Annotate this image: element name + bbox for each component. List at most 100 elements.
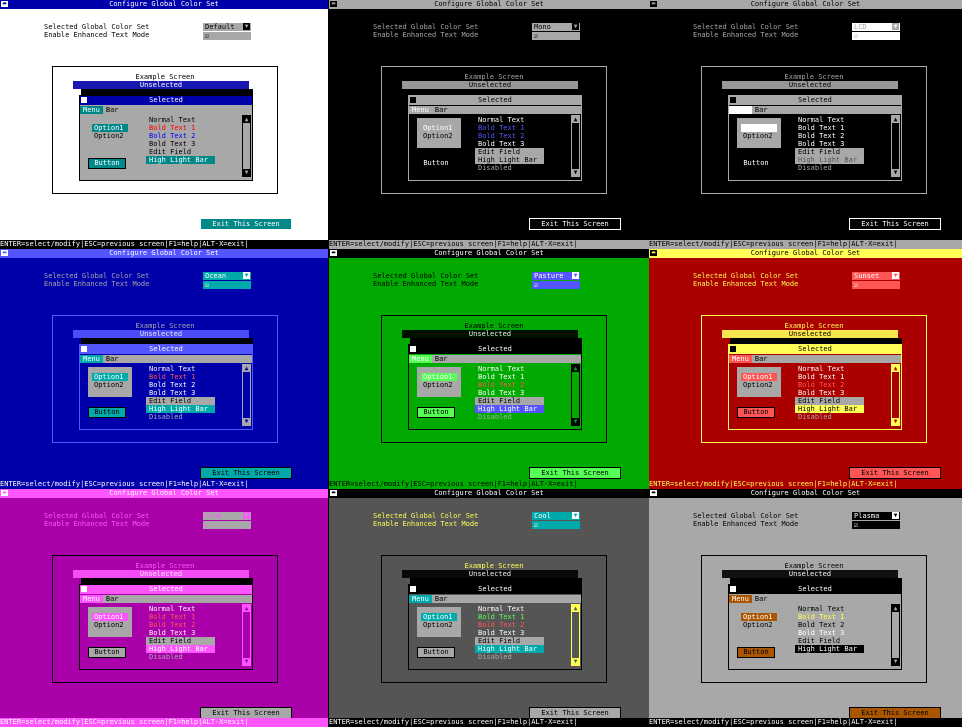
radio-option1[interactable]: Option1 (421, 373, 457, 381)
example-button[interactable]: Button (417, 158, 455, 169)
list-item[interactable]: Bold Text 3 (475, 140, 544, 148)
arrow-up-icon[interactable]: ▲ (243, 116, 250, 123)
arrow-down-icon[interactable]: ▼ (572, 169, 579, 176)
list-item[interactable]: High Light Bar (795, 645, 864, 653)
radio-option1[interactable]: Option1 (421, 613, 457, 621)
list-item[interactable]: High Light Bar (795, 156, 864, 164)
radio-option2[interactable]: Option2 (741, 381, 777, 389)
list-item[interactable]: Disabled (475, 164, 544, 172)
color-set-dropdown[interactable]: Ocean ▼ (203, 272, 251, 280)
chevron-down-icon[interactable]: ▼ (892, 512, 899, 519)
radio-option1[interactable]: Option1 (741, 373, 777, 381)
list-item[interactable]: Edit Field (146, 637, 215, 645)
radio-option2[interactable]: Option2 (92, 132, 128, 140)
list-item[interactable]: Bold Text 2 (146, 381, 215, 389)
menu-item-menu[interactable]: Menu (80, 355, 103, 363)
radio-option2[interactable]: Option2 (741, 132, 777, 140)
enhanced-text-checkbox[interactable]: ☑ (532, 521, 580, 529)
window-menu-icon[interactable] (410, 586, 416, 592)
exit-screen-button[interactable]: Exit This Screen (849, 467, 941, 479)
list-item[interactable]: Normal Text (795, 116, 864, 124)
menu-item-bar[interactable]: Bar (432, 106, 451, 114)
vertical-scrollbar[interactable]: ▲ ▼ (242, 115, 251, 177)
menu-item-bar[interactable]: Bar (432, 595, 451, 603)
list-item[interactable]: Bold Text 3 (475, 389, 544, 397)
system-menu-icon[interactable]: ▬ (330, 490, 337, 496)
enhanced-text-checkbox[interactable]: ☑ (203, 32, 251, 40)
color-set-dropdown[interactable]: Default ▼ (203, 23, 251, 31)
list-item[interactable]: Bold Text 3 (146, 140, 215, 148)
vertical-scrollbar[interactable]: ▲ ▼ (571, 604, 580, 666)
menu-item-menu[interactable]: Menu (80, 106, 103, 114)
list-item[interactable]: Bold Text 1 (146, 613, 215, 621)
window-menu-icon[interactable] (730, 346, 736, 352)
chevron-down-icon[interactable]: ▼ (243, 512, 250, 519)
menu-item-bar[interactable]: Bar (103, 106, 122, 114)
example-button[interactable]: Button (737, 407, 775, 418)
list-item[interactable]: Disabled (146, 413, 215, 421)
chevron-down-icon[interactable]: ▼ (572, 272, 579, 279)
arrow-down-icon[interactable]: ▼ (243, 418, 250, 425)
enhanced-text-checkbox[interactable]: ☑ (852, 521, 900, 529)
color-set-dropdown[interactable]: Plasma ▼ (852, 512, 900, 520)
list-item[interactable]: Disabled (795, 653, 864, 661)
system-menu-icon[interactable]: ▬ (650, 1, 657, 7)
list-item[interactable]: Bold Text 1 (475, 373, 544, 381)
list-item[interactable]: High Light Bar (146, 645, 215, 653)
vertical-scrollbar[interactable]: ▲ ▼ (891, 364, 900, 426)
arrow-down-icon[interactable]: ▼ (892, 169, 899, 176)
chevron-down-icon[interactable]: ▼ (243, 272, 250, 279)
chevron-down-icon[interactable]: ▼ (892, 272, 899, 279)
menu-item-menu[interactable]: Menu (729, 355, 752, 363)
list-item[interactable]: Bold Text 2 (795, 381, 864, 389)
arrow-down-icon[interactable]: ▼ (572, 418, 579, 425)
arrow-up-icon[interactable]: ▲ (243, 605, 250, 612)
chevron-down-icon[interactable]: ▼ (243, 23, 250, 30)
enhanced-text-checkbox[interactable]: ☑ (532, 32, 580, 40)
arrow-down-icon[interactable]: ▼ (243, 658, 250, 665)
arrow-up-icon[interactable]: ▲ (572, 365, 579, 372)
list-item[interactable]: Bold Text 1 (795, 124, 864, 132)
list-item[interactable]: Bold Text 2 (475, 621, 544, 629)
arrow-down-icon[interactable]: ▼ (892, 418, 899, 425)
list-item[interactable]: Bold Text 3 (795, 389, 864, 397)
list-item[interactable]: Bold Text 3 (146, 389, 215, 397)
system-menu-icon[interactable]: ▬ (330, 250, 337, 256)
list-item[interactable]: High Light Bar (475, 405, 544, 413)
arrow-up-icon[interactable]: ▲ (572, 116, 579, 123)
list-item[interactable]: Disabled (475, 653, 544, 661)
list-item[interactable]: Normal Text (146, 116, 215, 124)
exit-screen-button[interactable]: Exit This Screen (529, 218, 621, 230)
list-item[interactable]: Edit Field (475, 397, 544, 405)
arrow-down-icon[interactable]: ▼ (572, 658, 579, 665)
exit-screen-button[interactable]: Exit This Screen (529, 467, 621, 479)
list-item[interactable]: High Light Bar (795, 405, 864, 413)
enhanced-text-checkbox[interactable]: ☑ (203, 281, 251, 289)
vertical-scrollbar[interactable]: ▲ ▼ (571, 364, 580, 426)
system-menu-icon[interactable]: ▬ (1, 490, 8, 496)
window-menu-icon[interactable] (410, 97, 416, 103)
vertical-scrollbar[interactable]: ▲ ▼ (571, 115, 580, 177)
menu-item-bar[interactable]: Bar (752, 355, 771, 363)
list-item[interactable]: High Light Bar (475, 645, 544, 653)
radio-option2[interactable]: Option2 (92, 621, 128, 629)
system-menu-icon[interactable]: ▬ (650, 490, 657, 496)
chevron-down-icon[interactable]: ▼ (572, 23, 579, 30)
vertical-scrollbar[interactable]: ▲ ▼ (891, 115, 900, 177)
list-item[interactable]: Bold Text 2 (795, 621, 864, 629)
radio-option2[interactable]: Option2 (421, 621, 457, 629)
list-item[interactable]: Disabled (795, 413, 864, 421)
list-item[interactable]: Bold Text 2 (146, 621, 215, 629)
arrow-up-icon[interactable]: ▲ (892, 605, 899, 612)
radio-option1[interactable]: Option1 (92, 373, 128, 381)
list-item[interactable]: Bold Text 1 (795, 373, 864, 381)
radio-option1[interactable]: Option1 (741, 124, 777, 132)
list-item[interactable]: Disabled (475, 413, 544, 421)
vertical-scrollbar[interactable]: ▲ ▼ (242, 604, 251, 666)
list-item[interactable]: High Light Bar (475, 156, 544, 164)
menu-item-menu[interactable]: Menu (80, 595, 103, 603)
vertical-scrollbar[interactable]: ▲ ▼ (242, 364, 251, 426)
radio-option2[interactable]: Option2 (421, 132, 457, 140)
list-item[interactable]: Edit Field (475, 637, 544, 645)
list-item[interactable]: Disabled (795, 164, 864, 172)
